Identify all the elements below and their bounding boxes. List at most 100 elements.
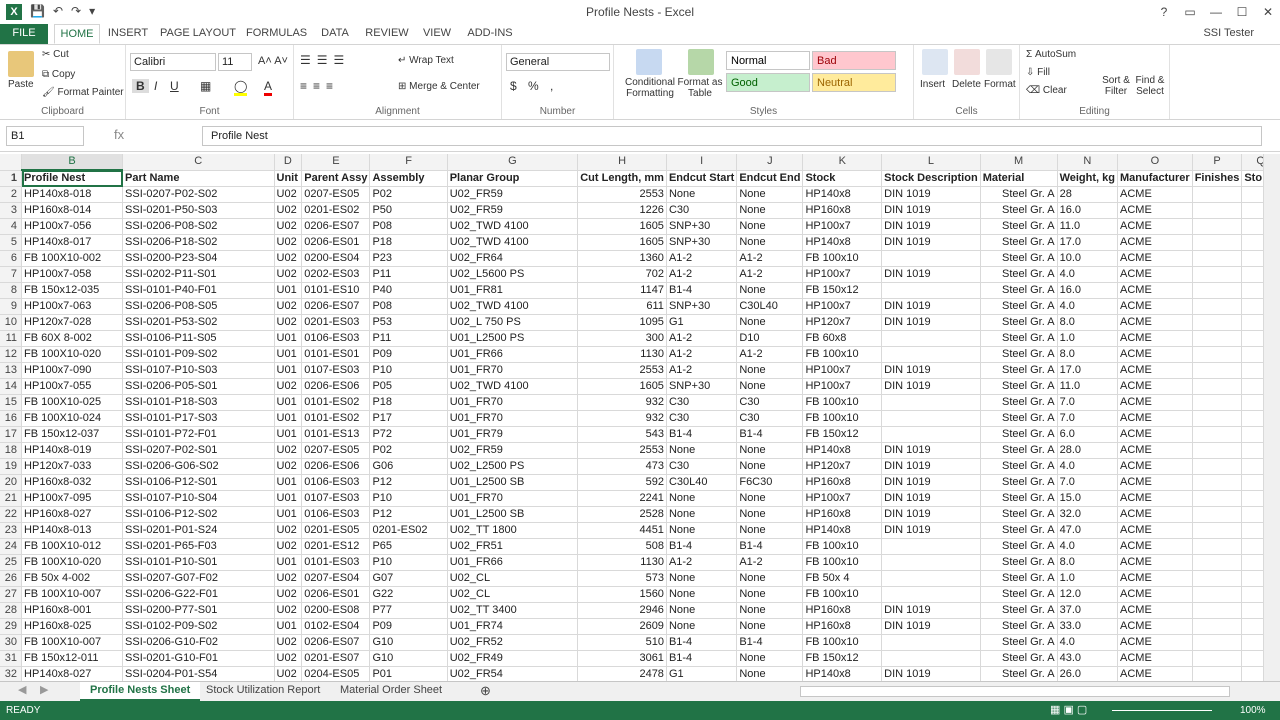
cell[interactable]: 7.0 bbox=[1057, 394, 1119, 411]
cell[interactable]: 0206-ES07 bbox=[301, 218, 371, 235]
close-icon[interactable]: ✕ bbox=[1256, 0, 1280, 24]
zoom-level[interactable]: 100% bbox=[1240, 701, 1266, 720]
cell[interactable] bbox=[1192, 410, 1243, 427]
cell[interactable]: Steel Gr. A bbox=[980, 474, 1058, 491]
cell[interactable]: Steel Gr. A bbox=[980, 602, 1058, 619]
grow-font-icon[interactable]: A˄ A˅ bbox=[258, 55, 288, 67]
cell[interactable]: 7.0 bbox=[1057, 410, 1119, 427]
cell[interactable]: None bbox=[736, 522, 804, 539]
cell[interactable]: FB 100x10 bbox=[802, 538, 883, 555]
cell[interactable]: A1-2 bbox=[736, 250, 804, 267]
cell[interactable]: Weight, kg bbox=[1057, 170, 1119, 187]
cell[interactable]: Steel Gr. A bbox=[980, 410, 1058, 427]
cell[interactable]: ACME bbox=[1117, 618, 1193, 635]
cell[interactable]: HP100x7 bbox=[802, 378, 883, 395]
cell[interactable]: FB 100X10-002 bbox=[21, 250, 124, 267]
cell[interactable]: None bbox=[736, 378, 804, 395]
cell[interactable]: B1-4 bbox=[736, 426, 804, 443]
cell[interactable]: U02_CL bbox=[447, 586, 579, 603]
cell[interactable]: ACME bbox=[1117, 346, 1193, 363]
cell[interactable]: U01_FR70 bbox=[447, 362, 579, 379]
cell[interactable]: U01_FR70 bbox=[447, 394, 579, 411]
cell[interactable]: SNP+30 bbox=[666, 378, 738, 395]
cell[interactable]: 1605 bbox=[577, 378, 667, 395]
row-header[interactable]: 19 bbox=[0, 458, 23, 475]
cell[interactable] bbox=[881, 394, 981, 411]
sheet-tab-profile-nests[interactable]: Profile Nests Sheet bbox=[80, 682, 201, 701]
cell[interactable]: U02 bbox=[274, 378, 303, 395]
fill-button[interactable]: ⇩ Fill bbox=[1026, 67, 1050, 78]
underline-icon[interactable]: U bbox=[170, 79, 179, 93]
style-good[interactable]: Good bbox=[726, 73, 810, 92]
cell[interactable]: None bbox=[736, 218, 804, 235]
cell[interactable]: HP140x8 bbox=[802, 186, 883, 203]
cell[interactable]: 1360 bbox=[577, 250, 667, 267]
cell[interactable]: ACME bbox=[1117, 666, 1193, 681]
cell[interactable]: ACME bbox=[1117, 602, 1193, 619]
cell[interactable]: 17.0 bbox=[1057, 234, 1119, 251]
cell[interactable]: P09 bbox=[369, 346, 448, 363]
cell[interactable]: SSI-0207-P02-S01 bbox=[122, 442, 275, 459]
cell[interactable]: Steel Gr. A bbox=[980, 378, 1058, 395]
wrap-text-button[interactable]: ↵ Wrap Text bbox=[398, 55, 454, 66]
cell[interactable]: None bbox=[736, 570, 804, 587]
cell[interactable] bbox=[1192, 506, 1243, 523]
cell[interactable]: U02 bbox=[274, 458, 303, 475]
cell[interactable]: ACME bbox=[1117, 266, 1193, 283]
cell[interactable]: 8.0 bbox=[1057, 346, 1119, 363]
cell[interactable]: SSI-0101-P17-S03 bbox=[122, 410, 275, 427]
cell[interactable] bbox=[1192, 650, 1243, 667]
cell[interactable]: None bbox=[666, 586, 738, 603]
delete-cells-icon[interactable] bbox=[954, 49, 980, 75]
row-header[interactable]: 18 bbox=[0, 442, 23, 459]
cell[interactable]: ACME bbox=[1117, 538, 1193, 555]
cell[interactable]: ACME bbox=[1117, 218, 1193, 235]
cell[interactable]: DIN 1019 bbox=[881, 506, 981, 523]
cell[interactable]: 2553 bbox=[577, 362, 667, 379]
cell[interactable]: U02_TT 3400 bbox=[447, 602, 579, 619]
font-size-combo[interactable]: 11 bbox=[218, 53, 252, 71]
cell[interactable]: SSI-0107-P10-S04 bbox=[122, 490, 275, 507]
tab-add-ins[interactable]: ADD-INS bbox=[464, 24, 516, 44]
cell[interactable]: SNP+30 bbox=[666, 234, 738, 251]
cell[interactable]: U02 bbox=[274, 186, 303, 203]
cell[interactable]: HP100x7 bbox=[802, 298, 883, 315]
formula-input[interactable]: Profile Nest bbox=[202, 126, 1262, 146]
cell[interactable]: U01_FR74 bbox=[447, 618, 579, 635]
cell[interactable]: SSI-0201-P01-S24 bbox=[122, 522, 275, 539]
cell[interactable]: HP120x7-033 bbox=[21, 458, 124, 475]
cell[interactable]: P02 bbox=[369, 442, 448, 459]
cell[interactable]: 0201-ES02 bbox=[301, 202, 371, 219]
cell[interactable]: DIN 1019 bbox=[881, 186, 981, 203]
cell[interactable]: Steel Gr. A bbox=[980, 282, 1058, 299]
cell[interactable] bbox=[1192, 618, 1243, 635]
cell[interactable]: SSI-0206-P08-S02 bbox=[122, 218, 275, 235]
cell[interactable]: FB 100X10-012 bbox=[21, 538, 124, 555]
cell[interactable]: A1-2 bbox=[666, 346, 738, 363]
row-header[interactable]: 17 bbox=[0, 426, 23, 443]
cell[interactable]: 37.0 bbox=[1057, 602, 1119, 619]
cell[interactable]: Steel Gr. A bbox=[980, 666, 1058, 681]
cell[interactable]: U02 bbox=[274, 522, 303, 539]
cell[interactable] bbox=[881, 650, 981, 667]
cell[interactable]: 2528 bbox=[577, 506, 667, 523]
cell[interactable]: 1605 bbox=[577, 218, 667, 235]
cell[interactable]: 4.0 bbox=[1057, 634, 1119, 651]
paste-icon[interactable] bbox=[8, 51, 34, 77]
cell[interactable]: None bbox=[736, 666, 804, 681]
cell[interactable]: 0207-ES04 bbox=[301, 570, 371, 587]
cell[interactable]: U01 bbox=[274, 410, 303, 427]
tab-review[interactable]: REVIEW bbox=[364, 24, 410, 44]
cell[interactable]: DIN 1019 bbox=[881, 602, 981, 619]
cell[interactable]: 543 bbox=[577, 426, 667, 443]
cell[interactable]: FB 100x10 bbox=[802, 634, 883, 651]
cell[interactable]: U02 bbox=[274, 634, 303, 651]
cell[interactable] bbox=[1192, 474, 1243, 491]
cell[interactable]: P72 bbox=[369, 426, 448, 443]
italic-icon[interactable]: I bbox=[154, 79, 157, 93]
cell[interactable]: 0101-ES10 bbox=[301, 282, 371, 299]
cell[interactable]: None bbox=[736, 234, 804, 251]
cell[interactable]: 510 bbox=[577, 634, 667, 651]
cell[interactable]: 47.0 bbox=[1057, 522, 1119, 539]
conditional-formatting-button[interactable]: Conditional Formatting bbox=[620, 77, 680, 99]
